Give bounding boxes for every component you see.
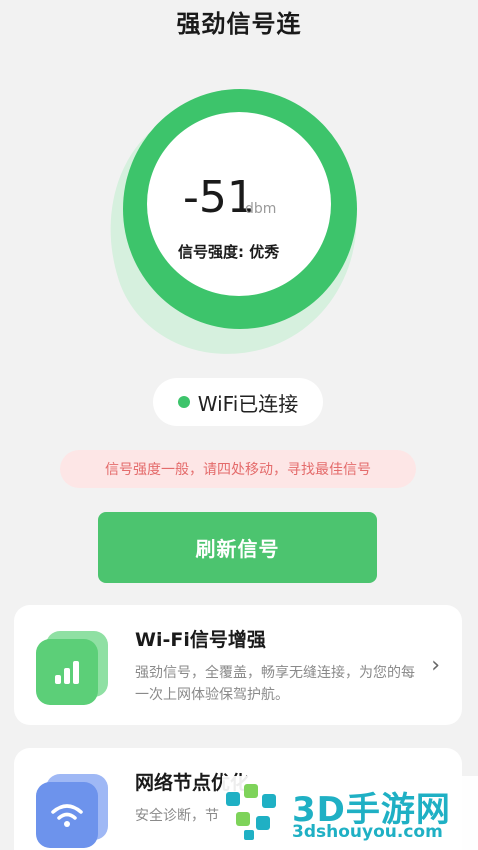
signal-warning-banner: 信号强度一般，请四处移动，寻找最佳信号 <box>60 450 416 488</box>
app-screen: 强劲信号连 -51 dbm 信号强度: 优秀 WiFi已连接 信号强度一般，请四… <box>0 0 478 850</box>
card-title: Wi-Fi信号增强 <box>135 629 266 651</box>
status-dot-icon <box>177 396 190 408</box>
wifi-shield-icon <box>36 774 110 848</box>
page-title: 强劲信号连 <box>176 10 302 38</box>
wifi-status-badge: WiFi已连接 <box>153 378 323 426</box>
card-description: 强劲信号，全覆盖，畅享无缝连接，为您的每一次上网体验保驾护航。 <box>135 665 415 703</box>
chevron-right-icon: › <box>431 653 440 678</box>
wifi-status-text: WiFi已连接 <box>197 391 299 416</box>
watermark-logo-icon <box>226 784 276 840</box>
watermark: 3D手游网 3dshouyou.com <box>222 776 478 850</box>
signal-gauge: -51 dbm 信号强度: 优秀 <box>75 69 393 385</box>
signal-unit: dbm <box>245 201 277 217</box>
signal-bars-icon <box>36 631 110 705</box>
signal-strength-label: 信号强度: 优秀 <box>178 243 280 261</box>
refresh-signal-button[interactable]: 刷新信号 <box>98 512 377 583</box>
card-wifi-boost[interactable]: Wi-Fi信号增强 强劲信号，全覆盖，畅享无缝连接，为您的每一次上网体验保驾护航… <box>14 605 462 725</box>
watermark-url: 3dshouyou.com <box>292 822 443 842</box>
